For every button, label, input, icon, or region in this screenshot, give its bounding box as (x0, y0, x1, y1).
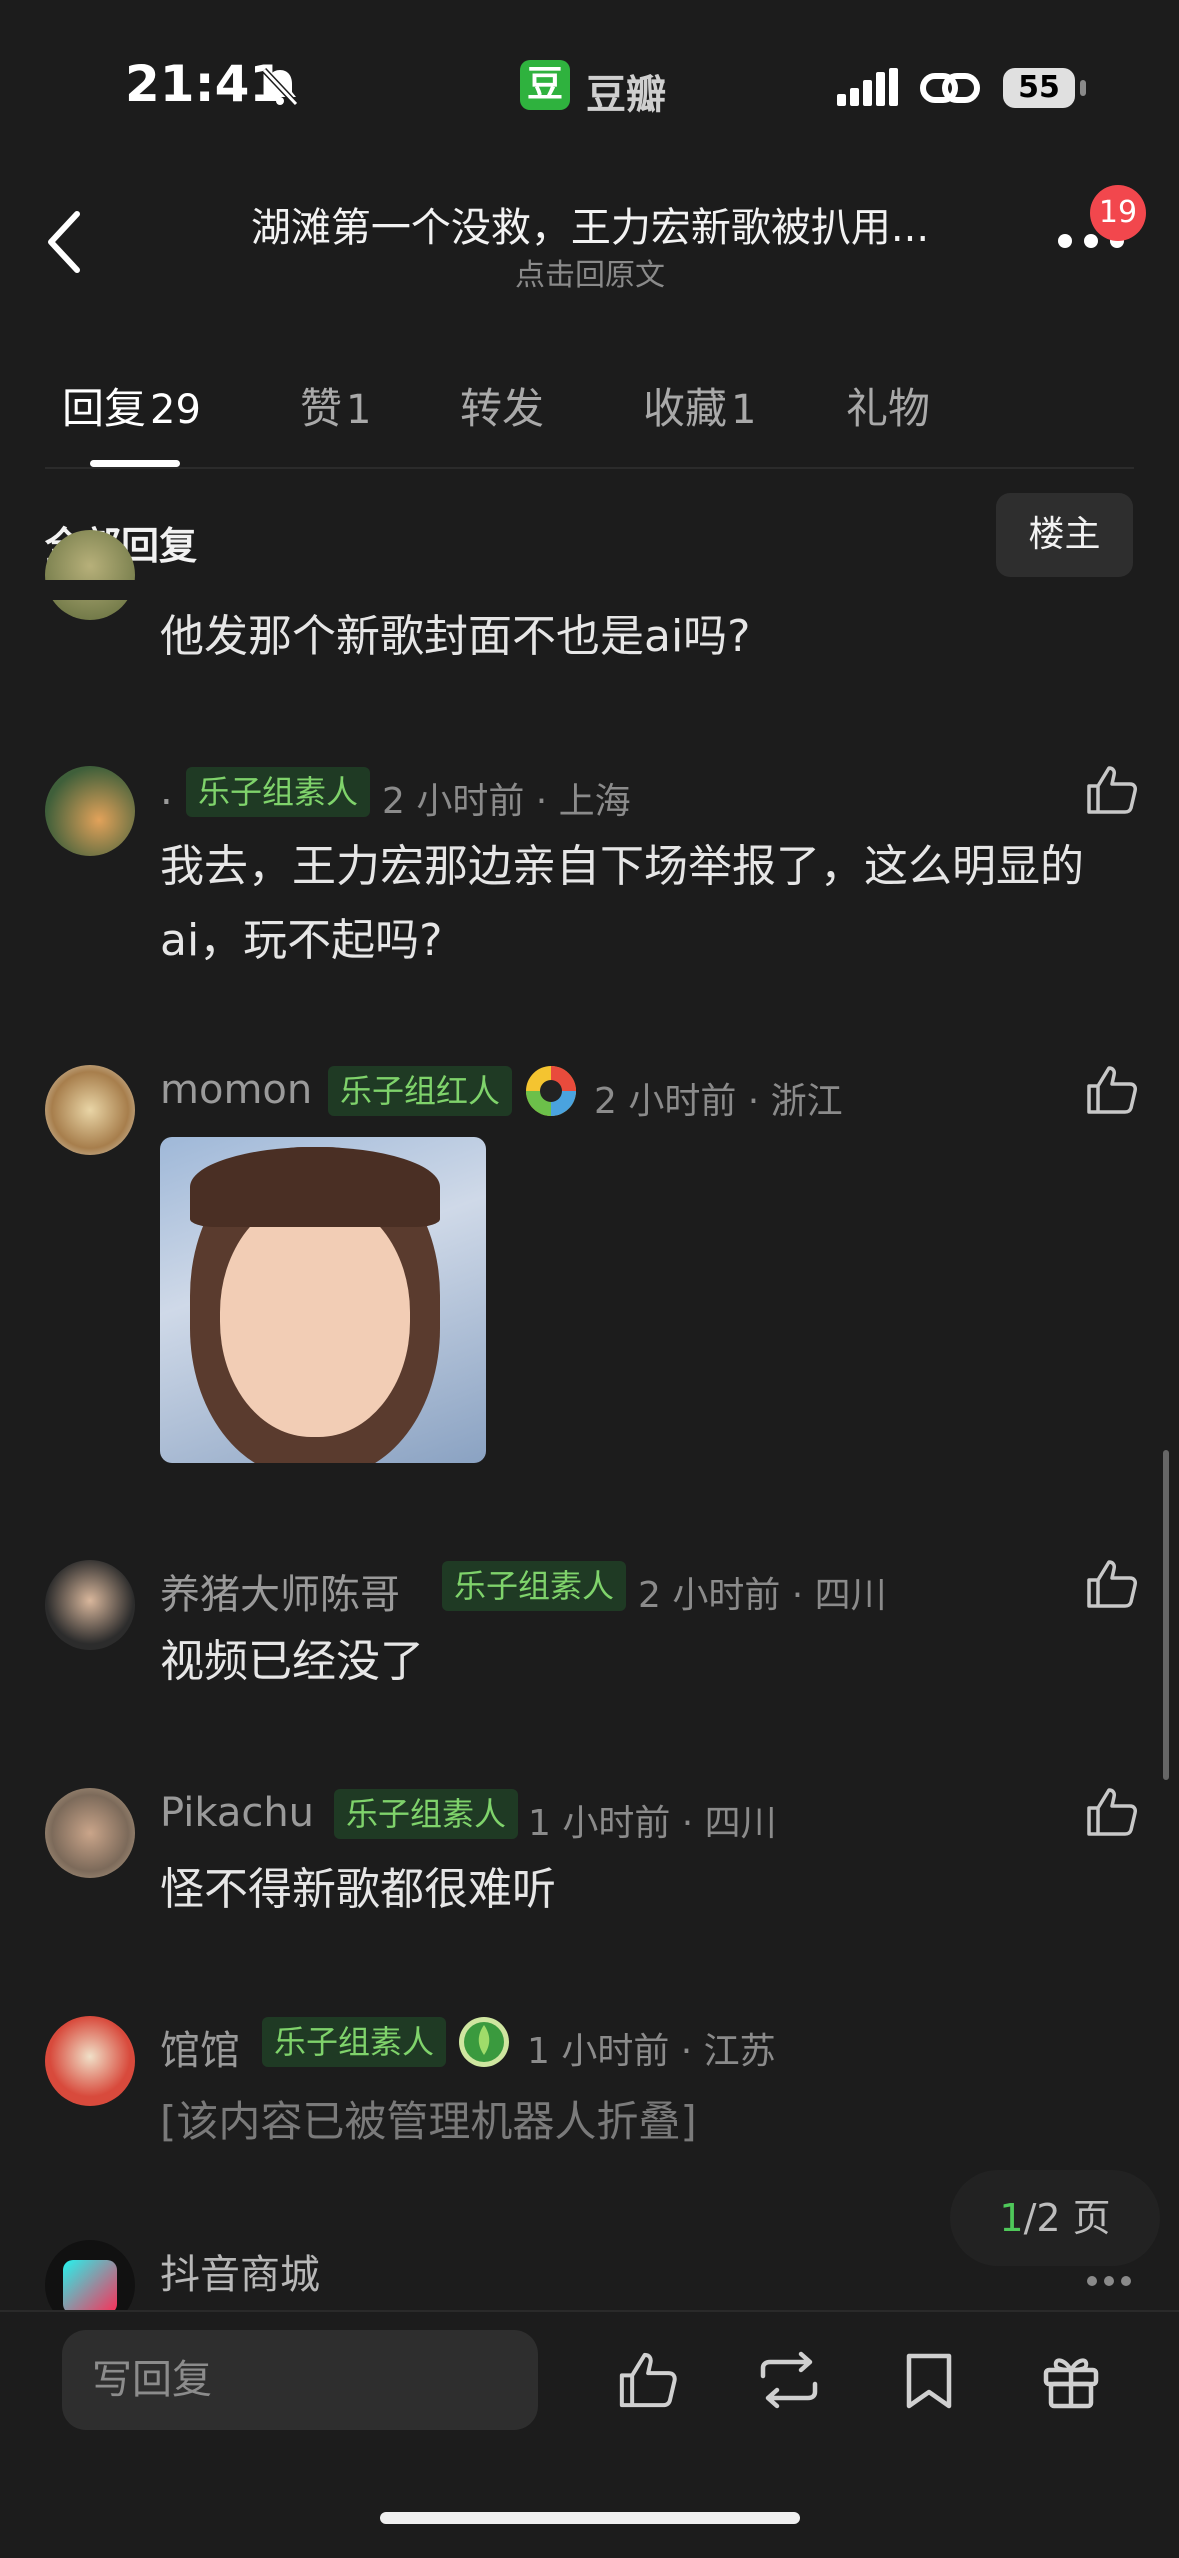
group-tag: 乐子组素人 (442, 1561, 627, 1611)
tab-replies[interactable]: 回复 29 (62, 375, 201, 436)
total-pages: /2 页 (1023, 2196, 1111, 2240)
tab-label: 礼物 (846, 384, 931, 433)
douban-logo: 豆 (520, 60, 570, 110)
username[interactable]: 抖音商城 (160, 2242, 320, 2300)
avatar[interactable] (45, 2016, 135, 2106)
app-name: 豆瓣 (586, 72, 666, 118)
current-page: 1 (999, 2196, 1024, 2240)
like-icon[interactable] (1083, 1062, 1139, 1118)
group-tag: 乐子组素人 (334, 1789, 519, 1839)
avatar[interactable] (45, 1788, 135, 1878)
username[interactable]: 馆馆 (160, 2018, 240, 2076)
comment-body: 怪不得新歌都很难听 (160, 1864, 556, 1915)
post-title[interactable]: 湖滩第一个没救，王力宏新歌被扒用... (200, 195, 980, 253)
scroll-mask (0, 580, 1179, 600)
like-icon[interactable] (1083, 1784, 1139, 1840)
reply-input[interactable]: 写回复 (62, 2330, 538, 2430)
group-tag: 乐子组素人 (262, 2017, 447, 2067)
notification-badge: 19 (1090, 185, 1146, 241)
tab-count: 29 (150, 387, 201, 433)
battery-tip (1080, 80, 1086, 96)
tab-reposts[interactable]: 转发 (460, 375, 544, 436)
avatar[interactable] (45, 1065, 135, 1155)
battery-level: 55 (1003, 68, 1075, 108)
tab-label: 赞 (300, 384, 343, 433)
username[interactable]: 养猪大师陈哥 (160, 1562, 400, 1620)
back-to-post-link[interactable]: 点击回原文 (200, 250, 980, 294)
comment-meta: 1 小时前 · 四川 (528, 1803, 777, 1844)
ad-more-icon[interactable] (1086, 2275, 1132, 2287)
username[interactable]: Pikachu (160, 1790, 314, 1836)
tab-label: 收藏 (643, 384, 728, 433)
comment-meta: 2 小时前 · 上海 (382, 781, 631, 822)
tab-label: 回复 (62, 384, 147, 433)
back-arrow-icon[interactable] (45, 210, 85, 274)
rainbow-medal-icon (526, 1066, 576, 1116)
gift-icon[interactable] (1040, 2348, 1102, 2410)
tab-label: 转发 (460, 384, 545, 433)
avatar[interactable] (45, 766, 135, 856)
folded-notice: [该内容已被管理机器人折叠] (160, 2097, 697, 2146)
active-tab-indicator (90, 460, 180, 467)
tab-divider (45, 467, 1134, 469)
tab-gifts[interactable]: 礼物 (846, 375, 930, 436)
comment-body: 视频已经没了 (160, 1636, 424, 1687)
signal-icon (837, 68, 898, 106)
comment-meta: 2 小时前 · 浙江 (594, 1081, 843, 1122)
username[interactable]: momon (160, 1067, 312, 1113)
avatar[interactable] (45, 530, 135, 620)
comment-body: 我去，王力宏那边亲自下场举报了，这么明显的ai，玩不起吗? (160, 841, 1084, 966)
like-icon[interactable] (1083, 762, 1139, 818)
group-tag: 乐子组素人 (186, 767, 371, 817)
comment-meta: 1 小时前 · 江苏 (527, 2031, 776, 2072)
link-icon (920, 73, 980, 103)
like-post-icon[interactable] (615, 2348, 679, 2412)
username[interactable]: . (160, 768, 173, 814)
scrollbar[interactable] (1163, 1450, 1169, 1780)
group-tag: 乐子组红人 (328, 1066, 513, 1116)
bookmark-icon[interactable] (903, 2350, 955, 2412)
tab-likes[interactable]: 赞1 (300, 375, 371, 436)
tab-count: 1 (346, 387, 372, 433)
comment-body: 他发那个新歌封面不也是ai吗? (160, 611, 751, 662)
home-indicator[interactable] (380, 2512, 800, 2524)
comment-meta: 2 小时前 · 四川 (638, 1575, 887, 1616)
avatar[interactable] (45, 1560, 135, 1650)
comment-image[interactable] (160, 1137, 486, 1463)
green-medal-icon (459, 2017, 509, 2067)
mute-bell-icon (261, 67, 299, 107)
tab-collections[interactable]: 收藏 1 (643, 375, 756, 436)
repost-icon[interactable] (755, 2350, 823, 2410)
op-only-button[interactable]: 楼主 (996, 493, 1133, 577)
tab-count: 1 (731, 387, 757, 433)
like-icon[interactable] (1083, 1556, 1139, 1612)
page-indicator[interactable]: 1/2 页 (950, 2170, 1160, 2266)
